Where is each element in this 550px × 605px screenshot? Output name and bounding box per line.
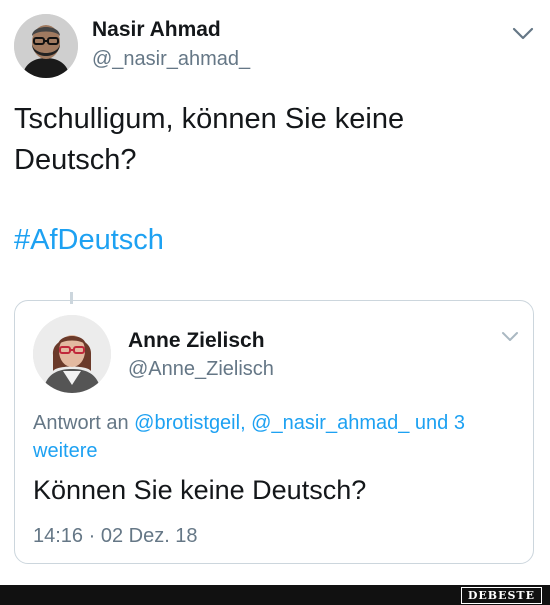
quoted-tweet[interactable]: Anne Zielisch @Anne_Zielisch Antwort an … [14, 300, 534, 564]
chevron-down-icon[interactable] [510, 22, 536, 44]
watermark-logo: DEBESTE [460, 587, 542, 604]
author-name[interactable]: Nasir Ahmad [92, 18, 221, 42]
watermark-bar: DEBESTE [0, 585, 550, 605]
quoted-author-avatar[interactable] [33, 315, 111, 393]
tweet-text-line-1: Tschulligum, können Sie keine [14, 103, 405, 135]
tweet-card: Nasir Ahmad @_nasir_ahmad_ Tschulligum, … [0, 0, 550, 585]
author-handle[interactable]: @_nasir_ahmad_ [92, 48, 250, 71]
quoted-author-handle[interactable]: @Anne_Zielisch [128, 358, 274, 381]
author-avatar[interactable] [14, 14, 78, 78]
reply-context: Antwort an @brotistgeil, @_nasir_ahmad_ … [33, 409, 513, 465]
reply-prefix: Antwort an [33, 412, 129, 434]
tweet-text-line-2: Deutsch? [14, 144, 137, 176]
hashtag-link[interactable]: #AfDeutsch [14, 220, 164, 261]
quoted-tweet-timestamp[interactable]: 14:16 · 02 Dez. 18 [33, 525, 198, 548]
quoted-author-name[interactable]: Anne Zielisch [128, 329, 265, 353]
quoted-author-avatar-image [33, 315, 111, 393]
tweet-text: Tschulligum, können Sie keine Deutsch? [14, 99, 534, 181]
quoted-tweet-text: Können Sie keine Deutsch? [33, 475, 367, 505]
author-avatar-image [14, 14, 78, 78]
chevron-down-icon[interactable] [499, 327, 521, 345]
